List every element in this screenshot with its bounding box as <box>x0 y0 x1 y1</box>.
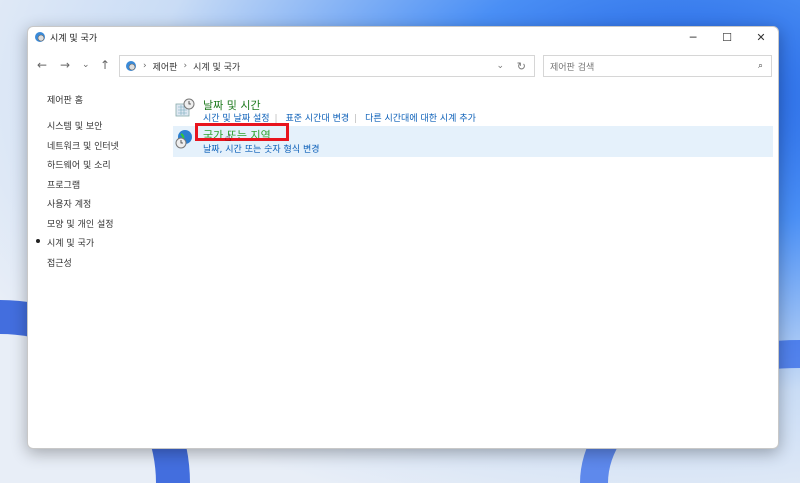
sidebar-item-user-accounts[interactable]: 사용자 계정 <box>47 197 119 210</box>
link-change-time-zone[interactable]: 표준 시간대 변경 <box>285 114 349 124</box>
sidebar-item-appearance[interactable]: 모양 및 개인 설정 <box>47 217 119 230</box>
control-panel-window: 시계 및 국가 ─ ☐ ✕ ← → ⌄ ↑ › 제어판 › 시계 및 국가 ⌄ … <box>27 26 779 449</box>
chevron-right-icon: › <box>183 61 188 71</box>
forward-button[interactable]: → <box>60 58 70 72</box>
sidebar-item-programs[interactable]: 프로그램 <box>47 178 119 191</box>
title-bar: 시계 및 국가 ─ ☐ ✕ <box>28 27 778 47</box>
link-change-formats[interactable]: 날짜, 시간 또는 숫자 형식 변경 <box>203 145 320 155</box>
search-placeholder: 제어판 검색 <box>550 62 595 73</box>
search-input[interactable]: 제어판 검색 ⌕ <box>543 55 772 77</box>
sidebar-item-accessibility[interactable]: 접근성 <box>47 256 119 269</box>
close-button[interactable]: ✕ <box>744 27 778 47</box>
sidebar-item-network[interactable]: 네트워크 및 인터넷 <box>47 139 119 152</box>
navigation-bar: ← → ⌄ ↑ › 제어판 › 시계 및 국가 ⌄ ↻ 제어판 검색 ⌕ <box>28 55 778 77</box>
recent-locations-button[interactable]: ⌄ <box>82 60 90 70</box>
link-add-clocks[interactable]: 다른 시간대에 대한 시계 추가 <box>365 114 476 124</box>
clock-globe-icon <box>126 61 136 71</box>
sidebar-item-system-security[interactable]: 시스템 및 보안 <box>47 119 119 132</box>
sidebar-home-link[interactable]: 제어판 홈 <box>47 93 119 106</box>
breadcrumb-clock-region[interactable]: 시계 및 국가 <box>193 60 240 73</box>
globe-clock-icon <box>175 130 192 149</box>
sidebar-item-clock-region[interactable]: 시계 및 국가 <box>36 236 119 249</box>
minimize-button[interactable]: ─ <box>676 27 710 47</box>
category-date-time: 날짜 및 시간 시간 및 날짜 설정 | 표준 시간대 변경 | 다른 시간대에 대… <box>173 95 773 126</box>
search-icon[interactable]: ⌕ <box>758 61 763 71</box>
up-button[interactable]: ↑ <box>100 58 110 72</box>
window-title: 시계 및 국가 <box>50 33 98 44</box>
address-dropdown-button[interactable]: ⌄ <box>496 61 504 71</box>
maximize-button[interactable]: ☐ <box>710 27 744 47</box>
chevron-right-icon: › <box>143 61 147 71</box>
back-button[interactable]: ← <box>37 58 47 72</box>
refresh-button[interactable]: ↻ <box>517 60 526 73</box>
highlight-box <box>195 123 289 141</box>
breadcrumb-control-panel[interactable]: 제어판 <box>153 60 178 73</box>
sidebar-item-hardware-sound[interactable]: 하드웨어 및 소리 <box>47 158 119 171</box>
calendar-clock-icon <box>175 98 195 117</box>
clock-globe-icon <box>35 32 45 42</box>
sidebar: 제어판 홈 시스템 및 보안 네트워크 및 인터넷 하드웨어 및 소리 프로그램… <box>36 93 119 275</box>
address-bar[interactable]: › 제어판 › 시계 및 국가 ⌄ ↻ <box>119 55 535 77</box>
hand-cursor-icon: ☝ <box>225 133 232 144</box>
